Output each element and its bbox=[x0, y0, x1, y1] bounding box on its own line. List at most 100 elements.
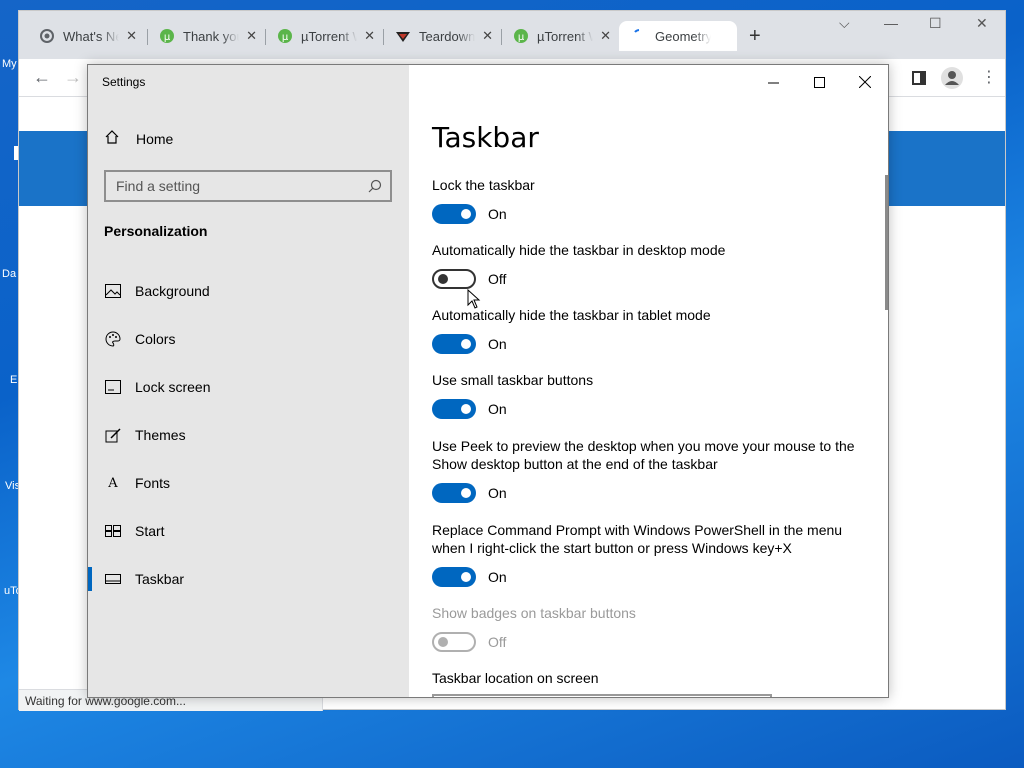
setting-autohide-tablet: Automatically hide the taskbar in tablet… bbox=[432, 306, 872, 354]
nav-item-themes[interactable]: Themes bbox=[88, 415, 409, 455]
taskbar-location-dropdown[interactable] bbox=[432, 694, 772, 697]
setting-powershell: Replace Command Prompt with Windows Powe… bbox=[432, 521, 862, 587]
tab-strip: What's Ne ✕ µ Thank you ✕ µ µTorrent W ✕… bbox=[19, 11, 1005, 59]
nav-item-label: Themes bbox=[135, 427, 186, 443]
toggle-switch[interactable] bbox=[432, 334, 476, 354]
setting-label: Use small taskbar buttons bbox=[432, 372, 594, 388]
tab-search-icon[interactable]: ⌵ bbox=[839, 15, 850, 32]
back-icon[interactable]: ← bbox=[33, 67, 51, 88]
taskbar-icon bbox=[105, 571, 121, 587]
browser-tab[interactable]: µ Thank you ✕ bbox=[147, 21, 265, 51]
close-icon[interactable]: ✕ bbox=[600, 28, 611, 44]
toggle-state: On bbox=[488, 569, 507, 585]
desktop-icon-label[interactable]: Da bbox=[2, 268, 16, 280]
tab-title: What's Ne bbox=[63, 28, 119, 44]
browser-tab-active[interactable]: Geometry bbox=[619, 21, 737, 51]
settings-window: Settings Home Personalization Background bbox=[87, 64, 889, 698]
toggle-knob bbox=[438, 637, 448, 647]
home-icon bbox=[104, 129, 120, 148]
toggle-state: Off bbox=[488, 634, 507, 650]
minimize-button[interactable] bbox=[750, 71, 796, 93]
tab-title: µTorrent W bbox=[301, 28, 357, 44]
setting-label: Replace Command Prompt with Windows Powe… bbox=[432, 522, 843, 556]
utorrent-icon: µ bbox=[277, 28, 293, 44]
search-input[interactable] bbox=[106, 172, 390, 200]
close-icon[interactable]: ✕ bbox=[364, 28, 375, 44]
new-tab-button[interactable]: + bbox=[749, 25, 761, 48]
browser-tab[interactable]: µ µTorrent W ✕ bbox=[265, 21, 383, 51]
setting-autohide-desktop: Automatically hide the taskbar in deskto… bbox=[432, 241, 872, 289]
utorrent-icon: µ bbox=[159, 28, 175, 44]
minimize-icon[interactable]: — bbox=[884, 15, 898, 31]
setting-taskbar-location: Taskbar location on screen bbox=[432, 669, 872, 687]
nav-item-colors[interactable]: Colors bbox=[88, 319, 409, 359]
scrollbar[interactable] bbox=[885, 175, 888, 310]
tab-title: Thank you bbox=[183, 28, 239, 44]
toggle-switch[interactable] bbox=[432, 399, 476, 419]
close-icon[interactable]: ✕ bbox=[976, 15, 988, 32]
toggle-switch[interactable] bbox=[432, 567, 476, 587]
settings-search[interactable] bbox=[104, 170, 392, 202]
toggle-knob bbox=[461, 488, 471, 498]
font-icon: A bbox=[108, 475, 118, 491]
home-label: Home bbox=[136, 130, 174, 147]
search-icon[interactable] bbox=[368, 179, 382, 198]
side-panel-icon[interactable] bbox=[912, 69, 926, 90]
setting-label: Automatically hide the taskbar in deskto… bbox=[432, 242, 726, 258]
nav-item-fonts[interactable]: A Fonts bbox=[88, 463, 409, 503]
toggle-knob bbox=[438, 274, 448, 284]
tab-title: µTorrent W bbox=[537, 28, 593, 44]
maximize-icon[interactable]: ☐ bbox=[929, 15, 942, 32]
nav-item-taskbar[interactable]: Taskbar bbox=[88, 559, 409, 599]
close-icon[interactable]: ✕ bbox=[482, 28, 493, 44]
svg-text:µ: µ bbox=[164, 32, 171, 43]
nav-item-label: Fonts bbox=[135, 475, 171, 491]
loading-icon bbox=[631, 28, 647, 44]
settings-nav: Settings Home Personalization Background bbox=[88, 65, 409, 697]
start-icon bbox=[105, 523, 121, 539]
svg-text:µ: µ bbox=[282, 32, 289, 43]
profile-avatar[interactable] bbox=[941, 67, 963, 94]
toggle-switch[interactable] bbox=[432, 269, 476, 289]
setting-label: Use Peek to preview the desktop when you… bbox=[432, 438, 855, 472]
setting-show-badges: Show badges on taskbar buttons Off bbox=[432, 604, 872, 652]
nav-item-label: Lock screen bbox=[135, 379, 211, 395]
nav-item-lock-screen[interactable]: Lock screen bbox=[88, 367, 409, 407]
group-title: Personalization bbox=[104, 223, 208, 239]
utorrent-icon: µ bbox=[513, 28, 529, 44]
setting-label: Show badges on taskbar buttons bbox=[432, 605, 636, 621]
teardown-icon bbox=[395, 28, 411, 44]
toggle-switch[interactable] bbox=[432, 204, 476, 224]
nav-item-label: Colors bbox=[135, 331, 176, 347]
mouse-cursor-icon bbox=[467, 288, 481, 314]
close-icon[interactable]: ✕ bbox=[246, 28, 257, 44]
setting-label: Taskbar location on screen bbox=[432, 670, 599, 686]
close-button[interactable] bbox=[842, 71, 888, 93]
toggle-state: Off bbox=[488, 271, 507, 287]
toggle-state: On bbox=[488, 485, 507, 501]
settings-content: Taskbar Lock the taskbar On Automaticall… bbox=[409, 65, 888, 697]
setting-label: Automatically hide the taskbar in tablet… bbox=[432, 307, 711, 323]
toggle-knob bbox=[461, 572, 471, 582]
nav-item-label: Background bbox=[135, 283, 210, 299]
desktop-icon-label[interactable]: My bbox=[2, 58, 17, 70]
home-link[interactable]: Home bbox=[104, 129, 173, 148]
browser-tab[interactable]: What's Ne ✕ bbox=[27, 21, 145, 51]
setting-small-buttons: Use small taskbar buttons On bbox=[432, 371, 872, 419]
maximize-button[interactable] bbox=[796, 71, 842, 93]
nav-item-background[interactable]: Background bbox=[88, 271, 409, 311]
close-icon[interactable]: ✕ bbox=[126, 28, 137, 44]
desktop-icon-label[interactable]: E bbox=[10, 374, 17, 386]
browser-tab[interactable]: µ µTorrent W ✕ bbox=[501, 21, 619, 51]
nav-item-label: Start bbox=[135, 523, 165, 539]
browser-tab[interactable]: Teardown ✕ bbox=[383, 21, 501, 51]
forward-icon[interactable]: → bbox=[64, 67, 82, 88]
menu-icon[interactable]: ⋮ bbox=[981, 67, 997, 87]
window-title: Settings bbox=[102, 75, 146, 89]
brush-icon bbox=[105, 427, 121, 443]
nav-item-label: Taskbar bbox=[135, 571, 185, 587]
toggle-state: On bbox=[488, 401, 507, 417]
nav-item-start[interactable]: Start bbox=[88, 511, 409, 551]
toggle-switch[interactable] bbox=[432, 483, 476, 503]
tab-title: Geometry bbox=[655, 28, 711, 44]
